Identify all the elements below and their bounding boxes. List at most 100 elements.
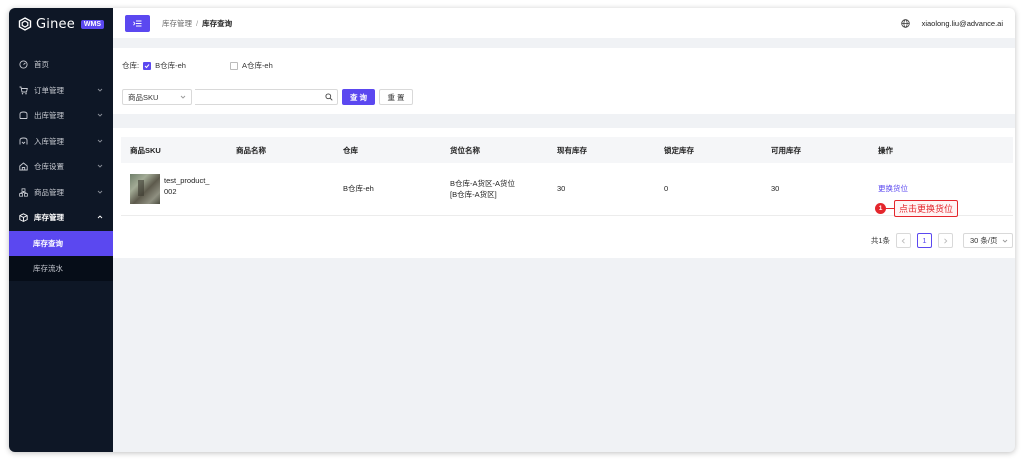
user-email[interactable]: xiaolong.liu@advance.ai: [922, 19, 1003, 28]
page-size-value: 30 条/页: [970, 236, 998, 245]
breadcrumb-parent[interactable]: 库存管理: [162, 18, 192, 29]
sidebar-subitem-label: 库存流水: [33, 263, 63, 273]
sku-value: test_product_002: [164, 175, 210, 196]
sidebar: Ginee WMS 首页 订单管理 出库管理 入库管理 仓库设置 商品管理 库存…: [9, 8, 113, 452]
location-area: [B仓库-A货区]: [450, 189, 497, 199]
topbar-right: xiaolong.liu@advance.ai: [900, 8, 1003, 38]
product-thumbnail[interactable]: [130, 173, 160, 204]
warehouse-option-label[interactable]: B仓库-eh: [155, 60, 186, 71]
sidebar-item-label: 订单管理: [34, 85, 64, 95]
search-input[interactable]: [195, 89, 338, 105]
sidebar-subitem-stock-flow[interactable]: 库存流水: [9, 255, 113, 281]
warehouse-label: 仓库:: [122, 61, 140, 70]
cell-sku: test_product_002: [121, 163, 227, 216]
page-number-button[interactable]: 1: [917, 233, 932, 248]
brand-badge: WMS: [80, 19, 105, 29]
menu-toggle-button[interactable]: [125, 14, 150, 32]
logo[interactable]: Ginee WMS: [9, 8, 113, 40]
sidebar-subitem-label: 库存查询: [33, 238, 63, 248]
column-header: 商品名称: [236, 145, 266, 155]
sidebar-nav: 首页 订单管理 出库管理 入库管理 仓库设置 商品管理 库存管理 库存查询 库存…: [9, 52, 113, 281]
prev-page-button[interactable]: [896, 233, 911, 248]
warehouse-icon: [19, 162, 28, 171]
chevron-right-icon: [944, 237, 948, 244]
search-row: 商品SKU 查 询 重 置: [122, 89, 413, 105]
sidebar-item-orders[interactable]: 订单管理: [9, 78, 113, 104]
chevron-down-icon: [97, 88, 103, 92]
sidebar-item-home[interactable]: 首页: [9, 52, 113, 78]
column-header: 可用库存: [771, 145, 801, 155]
chevron-down-icon: [97, 139, 103, 143]
cell-available: 30: [762, 163, 869, 216]
callout-label: 点击更换货位: [894, 200, 959, 217]
breadcrumb-current: 库存查询: [202, 18, 233, 28]
menu-fold-icon: [133, 20, 142, 26]
chevron-down-icon: [97, 164, 103, 168]
next-page-button[interactable]: [938, 233, 953, 248]
total-count: 共1条: [870, 236, 890, 245]
inbound-icon: [19, 137, 28, 146]
cell-warehouse: B仓库-eh: [334, 163, 441, 216]
warehouse-option-label[interactable]: A仓库-eh: [242, 60, 273, 71]
check-icon: [144, 63, 150, 68]
chevron-down-icon: [180, 95, 186, 99]
tutorial-callout: 1 点击更换货位: [875, 200, 959, 217]
cell-name: [227, 163, 334, 216]
sidebar-item-label: 首页: [34, 60, 49, 70]
sidebar-item-label: 入库管理: [34, 136, 64, 146]
location-name: B仓库-A货区-A货位: [450, 178, 516, 188]
sidebar-item-label: 出库管理: [34, 111, 64, 121]
sidebar-item-label: 商品管理: [34, 187, 64, 197]
column-header: 货位名称: [450, 145, 480, 155]
chevron-down-icon: [97, 113, 103, 117]
ginee-logo-icon: [18, 17, 32, 31]
column-header: 现有库存: [557, 145, 587, 155]
sidebar-subitem-stock-query[interactable]: 库存查询: [9, 230, 113, 256]
column-header: 仓库: [343, 145, 358, 155]
table-panel: 商品SKU 商品名称 仓库 货位名称 现有库存 锁定库存 可用库存 操作 tes…: [113, 128, 1015, 258]
warehouse-checkbox-a[interactable]: [229, 61, 238, 70]
cell-locked: 0: [655, 163, 762, 216]
reset-button[interactable]: 重 置: [379, 89, 413, 105]
search-field-select[interactable]: 商品SKU: [122, 89, 192, 105]
topbar: 库存管理 / 库存查询 xiaolong.liu@advance.ai: [113, 8, 1015, 38]
pagination: 共1条 1 30 条/页: [871, 233, 1013, 248]
chevron-up-icon: [97, 215, 103, 219]
chevron-left-icon: [901, 237, 905, 244]
page-size-select[interactable]: 30 条/页: [963, 233, 1013, 248]
callout-connector: [886, 208, 894, 209]
chevron-down-icon: [1002, 239, 1008, 243]
search-button[interactable]: 查 询: [342, 89, 375, 105]
globe-icon[interactable]: [900, 18, 910, 28]
warehouse-checkbox-b[interactable]: [143, 61, 152, 70]
main-content: 库存管理 / 库存查询 xiaolong.liu@advance.ai 仓库: …: [113, 8, 1015, 452]
filter-panel: 仓库: B仓库-eh A仓库-eh 商品SKU 查 询 重 置: [113, 48, 1015, 114]
sidebar-item-inventory[interactable]: 库存管理: [9, 205, 113, 231]
sidebar-item-inbound[interactable]: 入库管理: [9, 129, 113, 155]
table-header-row: 商品SKU 商品名称 仓库 货位名称 现有库存 锁定库存 可用库存 操作: [121, 137, 1013, 163]
sidebar-item-warehouse-settings[interactable]: 仓库设置: [9, 154, 113, 180]
chevron-down-icon: [97, 190, 103, 194]
dashboard-icon: [19, 60, 28, 69]
outbound-icon: [19, 111, 28, 120]
sidebar-item-outbound[interactable]: 出库管理: [9, 103, 113, 129]
cell-location: B仓库-A货区-A货位 [B仓库-A货区]: [441, 163, 548, 216]
search-field-value: 商品SKU: [128, 92, 159, 102]
search-icon[interactable]: [325, 93, 333, 101]
breadcrumb-separator: /: [196, 18, 199, 28]
inventory-icon: [19, 213, 28, 223]
sidebar-item-label: 仓库设置: [34, 162, 64, 172]
warehouse-filter: 仓库: B仓库-eh A仓库-eh: [122, 60, 273, 71]
sidebar-item-label: 库存管理: [34, 213, 64, 223]
cell-on-hand: 30: [548, 163, 655, 216]
column-header: 操作: [878, 145, 893, 155]
column-header: 商品SKU: [130, 145, 161, 155]
sidebar-item-products[interactable]: 商品管理: [9, 180, 113, 206]
cart-icon: [19, 86, 28, 95]
step-number-badge: 1: [875, 203, 886, 214]
change-location-link[interactable]: 更换货位: [878, 184, 908, 193]
app-window: Ginee WMS 首页 订单管理 出库管理 入库管理 仓库设置 商品管理 库存…: [9, 8, 1015, 452]
brand-name: Ginee: [36, 16, 75, 32]
column-header: 锁定库存: [664, 145, 694, 155]
product-icon: [19, 188, 28, 197]
